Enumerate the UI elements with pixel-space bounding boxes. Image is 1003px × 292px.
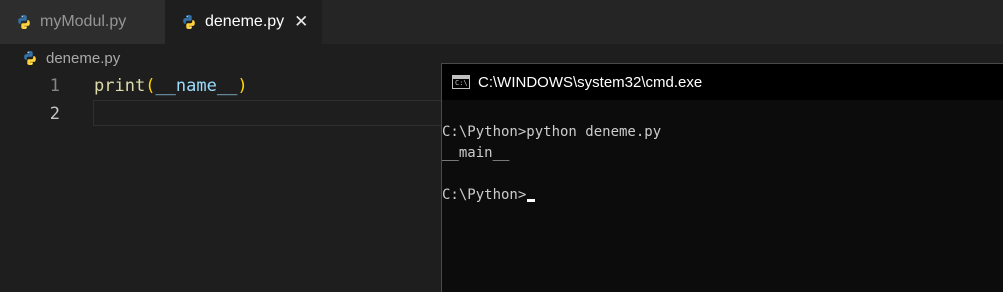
tab-label: deneme.py [205, 13, 285, 30]
cmd-line [442, 164, 1003, 185]
tab-bar: myModul.py deneme.py ✕ [0, 0, 1003, 44]
line-number: 1 [49, 76, 60, 96]
paren-token: ) [237, 76, 248, 96]
line-number: 2 [49, 104, 60, 124]
tab-deneme[interactable]: deneme.py ✕ [165, 0, 322, 44]
paren-token: ( [145, 76, 156, 96]
python-icon [181, 14, 197, 30]
python-icon [22, 50, 38, 66]
variable-token: __name__ [155, 76, 238, 96]
tab-label: myModul.py [40, 13, 127, 30]
tab-mymodul[interactable]: myModul.py [0, 0, 165, 44]
function-token: print [94, 76, 146, 96]
terminal-icon: C:\ [452, 75, 470, 89]
text-cursor [527, 199, 536, 202]
cmd-prompt-line[interactable]: C:\Python> [442, 185, 1003, 206]
cmd-line: __main__ [442, 145, 510, 161]
cmd-titlebar[interactable]: C:\ C:\WINDOWS\system32\cmd.exe [442, 64, 1003, 100]
cmd-title: C:\WINDOWS\system32\cmd.exe [478, 73, 703, 91]
current-line-highlight [93, 100, 453, 126]
python-icon [16, 14, 32, 30]
breadcrumb-file[interactable]: deneme.py [46, 50, 120, 67]
cmd-window[interactable]: C:\ C:\WINDOWS\system32\cmd.exe C:\Pytho… [441, 63, 1003, 292]
code-text[interactable]: print(__name__) [94, 72, 248, 100]
cmd-line: C:\Python>python deneme.py [442, 124, 662, 140]
cmd-output[interactable]: C:\Python>python deneme.py __main__ C:\P… [442, 100, 1003, 206]
close-icon[interactable]: ✕ [294, 12, 308, 32]
cmd-prompt: C:\Python> [442, 187, 527, 203]
